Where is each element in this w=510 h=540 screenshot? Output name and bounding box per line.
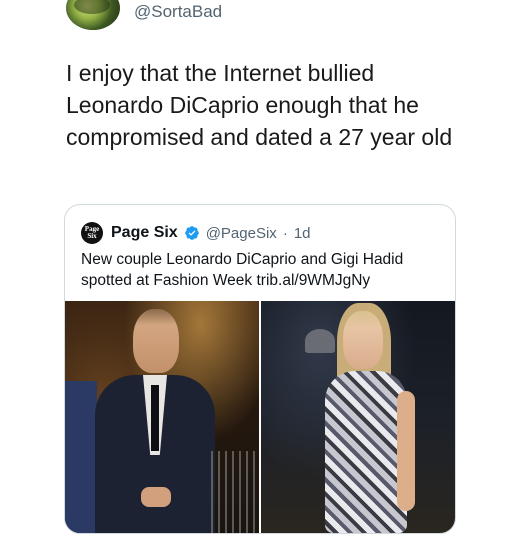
quoted-tweet-card[interactable]: Page Six Page Six @PageSix · 1d New coupl… (64, 204, 456, 534)
hands-shape (141, 487, 171, 507)
user-avatar[interactable] (66, 0, 120, 30)
arm-shape (397, 391, 415, 511)
page-six-logo[interactable]: Page Six (81, 222, 103, 244)
tweet-text: I enjoy that the Internet bullied Leonar… (66, 60, 453, 150)
quoted-tweet-header: Page Six Page Six @PageSix · 1d (81, 221, 311, 245)
tie-shape (151, 385, 159, 451)
verified-badge-icon (184, 226, 199, 240)
head-shape (133, 309, 179, 373)
sequin-dress-shape (325, 371, 407, 533)
quoted-tweet-handle[interactable]: @PageSix (206, 225, 277, 242)
quoted-tweet-timestamp[interactable]: 1d (294, 225, 311, 242)
background-person-cap (305, 329, 335, 353)
quoted-tweet-media (65, 301, 455, 533)
quoted-tweet-text: New couple Leonardo DiCaprio and Gigi Ha… (81, 251, 404, 289)
separator-dot: · (282, 224, 288, 242)
quoted-tweet-author-name[interactable]: Page Six (111, 224, 178, 242)
photo-gigi-hadid[interactable] (261, 301, 455, 533)
photo-leonardo-dicaprio[interactable] (65, 301, 259, 533)
head-shape (343, 311, 383, 369)
fence-shape (211, 451, 255, 533)
user-handle[interactable]: @SortaBad (134, 2, 222, 22)
background-person (65, 381, 97, 533)
